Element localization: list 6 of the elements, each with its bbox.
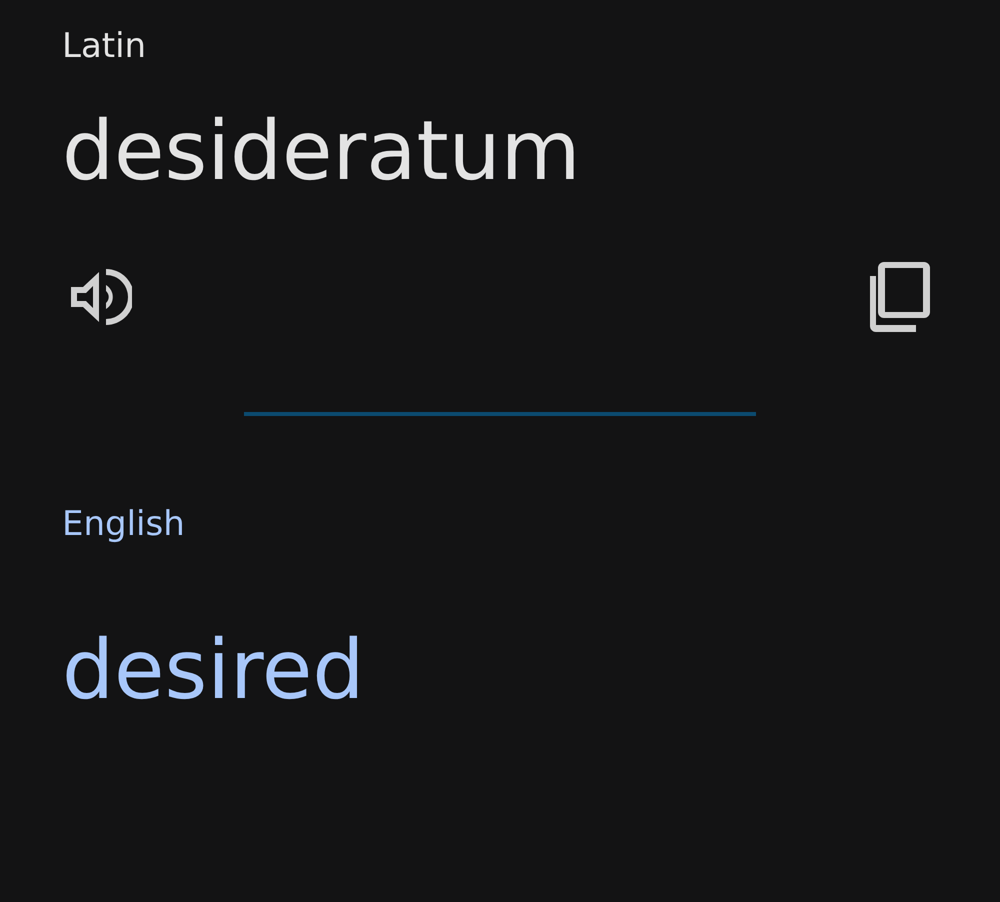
speaker-icon[interactable] [68, 267, 132, 327]
target-language-label: English [62, 503, 185, 546]
translated-text: desired [62, 622, 364, 720]
source-language-label: Latin [62, 25, 148, 68]
copy-icon[interactable] [870, 262, 930, 332]
source-text: desideratum [62, 103, 582, 201]
